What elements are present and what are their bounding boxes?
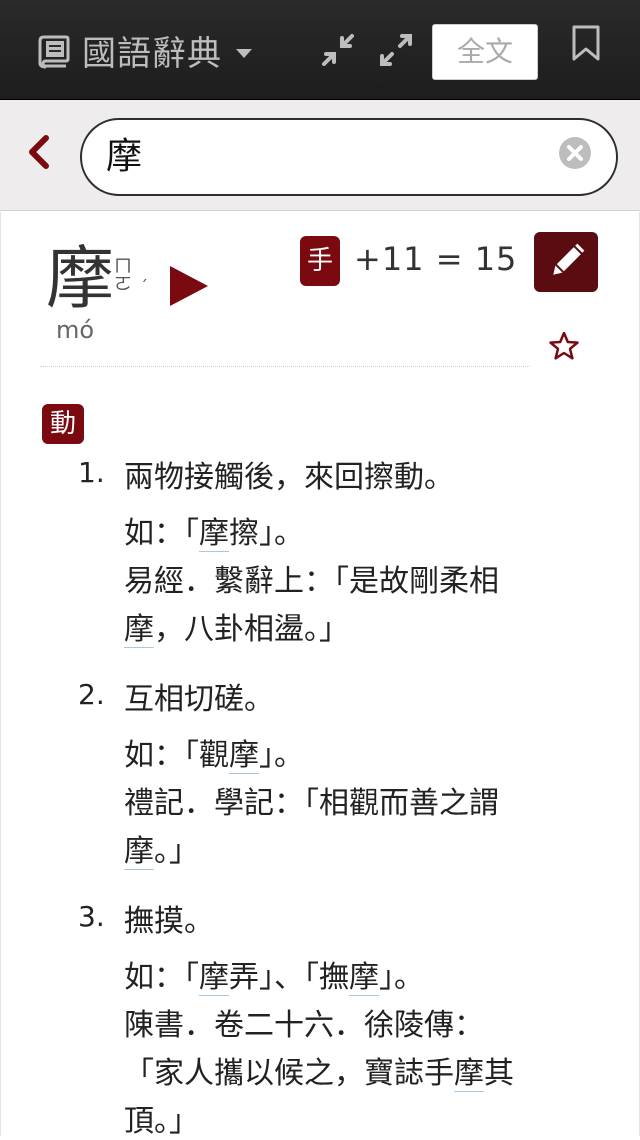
expand-icon[interactable] <box>376 30 416 70</box>
word-link[interactable]: 摩 <box>229 738 259 774</box>
entry-panel <box>0 212 640 1136</box>
zhuyin-tone: ˊ <box>140 277 148 296</box>
example-line: 如：「摩弄」、「撫摩」。 <box>124 960 424 996</box>
play-icon[interactable] <box>170 266 208 306</box>
part-of-speech-badge: 動 <box>42 404 84 444</box>
zhuyin: ㄇㄛ ˊ <box>114 256 148 296</box>
bookmark-icon[interactable] <box>568 24 604 62</box>
radical-badge[interactable]: 手 <box>300 236 340 286</box>
quote-line: 頂。」 <box>124 1104 199 1139</box>
example-line: 如：「摩擦」。 <box>124 516 304 552</box>
word-link[interactable]: 摩 <box>124 612 154 648</box>
definition-text: 互相切磋。 <box>124 682 274 717</box>
quote-line: 摩。」 <box>124 834 199 870</box>
star-icon[interactable] <box>548 330 580 362</box>
zhuyin-text: ㄇㄛ <box>114 256 132 295</box>
fulltext-button[interactable]: 全文 <box>432 24 538 80</box>
quote-line: 禮記．學記：「相觀而善之謂 <box>124 786 499 821</box>
compress-icon[interactable] <box>318 30 358 70</box>
example-line: 如：「觀摩」。 <box>124 738 304 774</box>
edit-icon <box>553 243 585 275</box>
dictionary-selector[interactable]: 國語辭典 <box>36 26 252 75</box>
search-input[interactable]: 摩 <box>80 118 618 196</box>
quote-line: 易經．繫辭上：「是故剛柔相 <box>124 564 499 599</box>
definition-number: 1. <box>78 456 105 489</box>
word-link[interactable]: 摩 <box>454 1056 484 1092</box>
definition-text: 兩物接觸後，來回擦動。 <box>124 460 454 495</box>
stroke-count: +11 = 15 <box>354 240 518 278</box>
word-link[interactable]: 摩 <box>199 960 229 996</box>
definition-text: 撫摸。 <box>124 904 214 939</box>
app-title: 國語辭典 <box>82 34 222 74</box>
quote-line: 陳書．卷二十六．徐陵傳： <box>124 1008 484 1043</box>
back-icon[interactable] <box>24 130 54 174</box>
divider <box>40 366 530 367</box>
edit-button[interactable] <box>534 232 598 292</box>
book-icon <box>38 35 70 68</box>
word-link[interactable]: 摩 <box>349 960 379 996</box>
quote-line: 摩，八卦相盪。」 <box>124 612 349 648</box>
quote-line: 「家人攜以候之，寶誌手摩其 <box>124 1056 514 1092</box>
chevron-down-icon <box>236 49 252 58</box>
pinyin: mó <box>56 316 95 344</box>
definition-number: 2. <box>78 678 105 711</box>
word-link[interactable]: 摩 <box>124 834 154 870</box>
clear-icon[interactable] <box>558 136 592 170</box>
definition-number: 3. <box>78 900 105 933</box>
word-link[interactable]: 摩 <box>199 516 229 552</box>
headword: 摩 <box>46 240 115 319</box>
